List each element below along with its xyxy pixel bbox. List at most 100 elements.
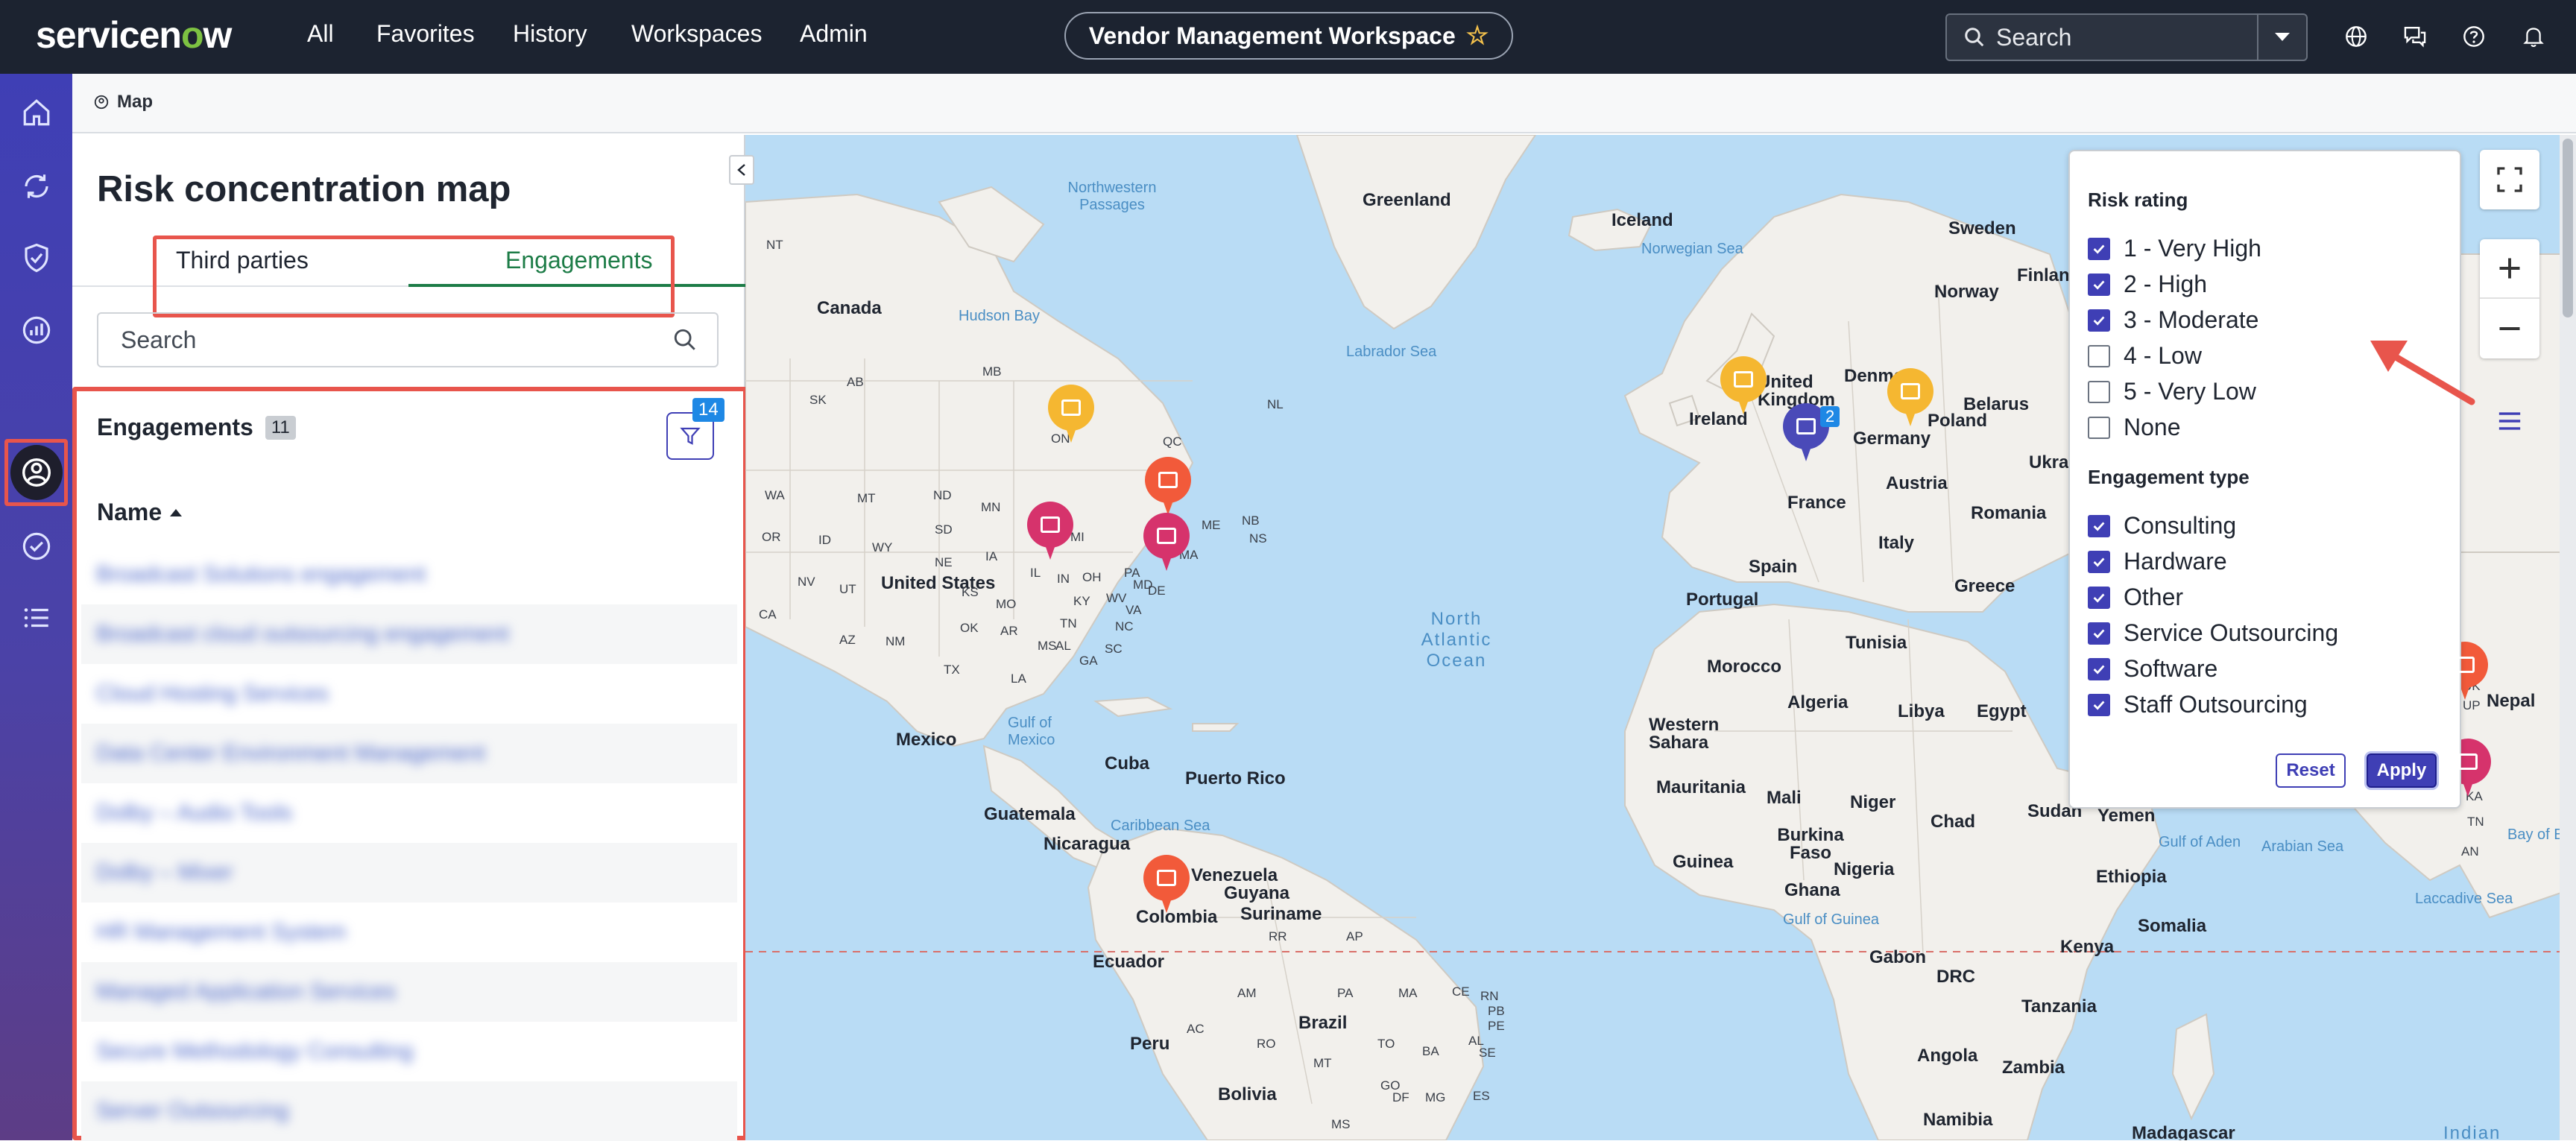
map-marker-very-high[interactable]	[1143, 513, 1190, 572]
nav-all[interactable]: All	[307, 20, 334, 48]
checkbox-checked[interactable]	[2088, 657, 2110, 680]
global-search[interactable]: Search	[1945, 13, 2308, 61]
engagement-link[interactable]: Broadcast Solutions engagement	[96, 562, 426, 587]
filter-type-other[interactable]: Other	[2088, 584, 2183, 611]
nav-admin[interactable]: Admin	[800, 20, 868, 48]
checkbox-checked[interactable]	[2088, 622, 2110, 645]
shield-check-icon[interactable]	[19, 241, 54, 275]
star-icon[interactable]: ☆	[1466, 21, 1489, 51]
filter-risk-moderate[interactable]: 3 - Moderate	[2088, 306, 2258, 334]
engagement-link[interactable]: Data Center Environment Management	[96, 741, 485, 766]
map-marker-high[interactable]	[1143, 855, 1190, 914]
dashboard-gauge-icon[interactable]	[19, 313, 54, 347]
checkbox-checked[interactable]	[2088, 237, 2110, 260]
checkbox-checked[interactable]	[2088, 693, 2110, 716]
home-icon[interactable]	[19, 95, 54, 130]
checkbox-checked[interactable]	[2088, 550, 2110, 573]
checkbox-unchecked[interactable]	[2088, 344, 2110, 367]
filter-type-consulting[interactable]: Consulting	[2088, 512, 2236, 540]
checkbox-checked[interactable]	[2088, 309, 2110, 332]
filter-type-software[interactable]: Software	[2088, 655, 2217, 683]
search-scope-dropdown[interactable]	[2257, 15, 2306, 60]
filter-risk-high[interactable]: 2 - High	[2088, 271, 2207, 298]
breadcrumb-label: Map	[117, 92, 153, 112]
apply-button[interactable]: Apply	[2367, 753, 2437, 788]
chat-icon[interactable]	[2401, 22, 2429, 51]
refresh-icon[interactable]	[19, 169, 54, 203]
reset-button[interactable]: Reset	[2276, 753, 2346, 788]
help-icon[interactable]	[2460, 22, 2488, 51]
global-search-input[interactable]: Search	[1996, 24, 2071, 51]
engagement-link[interactable]: Managed Application Services	[96, 979, 396, 1005]
table-row[interactable]: Broadcast Solutions engagement	[81, 545, 737, 604]
map-label: Labrador Sea	[1346, 344, 1437, 360]
table-row[interactable]: Managed Application Services	[81, 962, 737, 1022]
engagement-link[interactable]: Cloud Hosting Services	[96, 681, 329, 707]
filter-label: Staff Outsourcing	[2124, 691, 2308, 718]
filter-risk-low[interactable]: 4 - Low	[2088, 342, 2202, 370]
table-row[interactable]: Broadcast cloud outsourcing engagement	[81, 604, 737, 664]
annotation-arrow-icon	[2370, 341, 2475, 405]
panel-search-input[interactable]: Search	[97, 312, 719, 367]
workspace-title-pill[interactable]: Vendor Management Workspace ☆	[1064, 12, 1513, 60]
engagement-link[interactable]: Broadcast cloud outsourcing engagement	[96, 622, 509, 647]
engagement-link[interactable]: HR Management System	[96, 920, 346, 945]
filter-label: Consulting	[2124, 512, 2237, 539]
checkbox-unchecked[interactable]	[2088, 380, 2110, 403]
table-row[interactable]: Data Center Environment Management	[81, 724, 737, 783]
table-row[interactable]: Dolby – Mixer	[81, 843, 737, 903]
scrollbar-thumb[interactable]	[2563, 139, 2573, 317]
table-row[interactable]: Server Outsourcing	[81, 1081, 737, 1141]
checkbox-checked[interactable]	[2088, 586, 2110, 609]
nav-workspaces[interactable]: Workspaces	[631, 20, 762, 48]
search-icon[interactable]	[672, 327, 698, 353]
breadcrumb[interactable]: Map	[93, 92, 153, 113]
map-label: Zambia	[2002, 1058, 2065, 1078]
map-marker-very-high[interactable]	[1027, 502, 1073, 561]
checkbox-checked[interactable]	[2088, 514, 2110, 537]
map-marker-cluster[interactable]: 2	[1783, 403, 1840, 463]
filter-risk-very-low[interactable]: 5 - Very Low	[2088, 378, 2256, 405]
check-circle-icon[interactable]	[19, 529, 54, 563]
engagement-link[interactable]: Dolby – Audio Tools	[96, 800, 292, 826]
table-row[interactable]: Dolby – Audio Tools	[81, 783, 737, 843]
map-marker-moderate[interactable]	[1720, 356, 1767, 416]
filter-type-staff-outsourcing[interactable]: Staff Outsourcing	[2088, 691, 2308, 718]
collapse-panel-button[interactable]	[729, 155, 754, 185]
globe-icon[interactable]	[2342, 22, 2370, 51]
servicenow-logo[interactable]: servicenow	[36, 13, 232, 57]
map-marker-high[interactable]	[1145, 457, 1191, 516]
map-label: Norway	[1934, 282, 1999, 302]
filter-type-service-outsourcing[interactable]: Service Outsourcing	[2088, 619, 2338, 647]
engagement-link[interactable]: Secure Methodology Consulting	[96, 1039, 413, 1064]
world-map[interactable]: Norwegian Sea Northwestern Passages Gree…	[745, 135, 2576, 1140]
map-label: Brazil	[1298, 1013, 1348, 1033]
list-icon[interactable]	[19, 601, 54, 635]
map-label: PA	[1337, 986, 1354, 1000]
checkbox-unchecked[interactable]	[2088, 416, 2110, 439]
filter-risk-none[interactable]: None	[2088, 414, 2181, 441]
engagements-heading: Engagements 11	[97, 414, 296, 441]
map-marker-moderate[interactable]	[1048, 385, 1094, 444]
nav-favorites[interactable]: Favorites	[376, 20, 475, 48]
legend-toggle-button[interactable]	[2497, 410, 2522, 436]
nav-history[interactable]: History	[513, 20, 587, 48]
zoom-out-button[interactable]	[2480, 299, 2539, 358]
map-label: Western Sahara	[1649, 715, 1720, 753]
risk-map-icon[interactable]	[10, 445, 63, 500]
table-row[interactable]: Secure Methodology Consulting	[81, 1022, 737, 1081]
filter-risk-very-high[interactable]: 1 - Very High	[2088, 235, 2261, 262]
map-marker-moderate[interactable]	[1887, 368, 1933, 428]
map-label: MB	[982, 364, 1002, 379]
checkbox-checked[interactable]	[2088, 273, 2110, 296]
fullscreen-button[interactable]	[2480, 150, 2539, 209]
engagement-link[interactable]: Server Outsourcing	[96, 1099, 288, 1124]
table-row[interactable]: Cloud Hosting Services	[81, 664, 737, 724]
engagement-link[interactable]: Dolby – Mixer	[96, 860, 233, 885]
zoom-in-button[interactable]	[2480, 239, 2539, 299]
filter-type-hardware[interactable]: Hardware	[2088, 548, 2227, 575]
bell-icon[interactable]	[2519, 22, 2548, 51]
table-row[interactable]: HR Management System	[81, 903, 737, 962]
map-label: WV	[1106, 591, 1127, 605]
column-header-name[interactable]: Name	[97, 499, 183, 526]
